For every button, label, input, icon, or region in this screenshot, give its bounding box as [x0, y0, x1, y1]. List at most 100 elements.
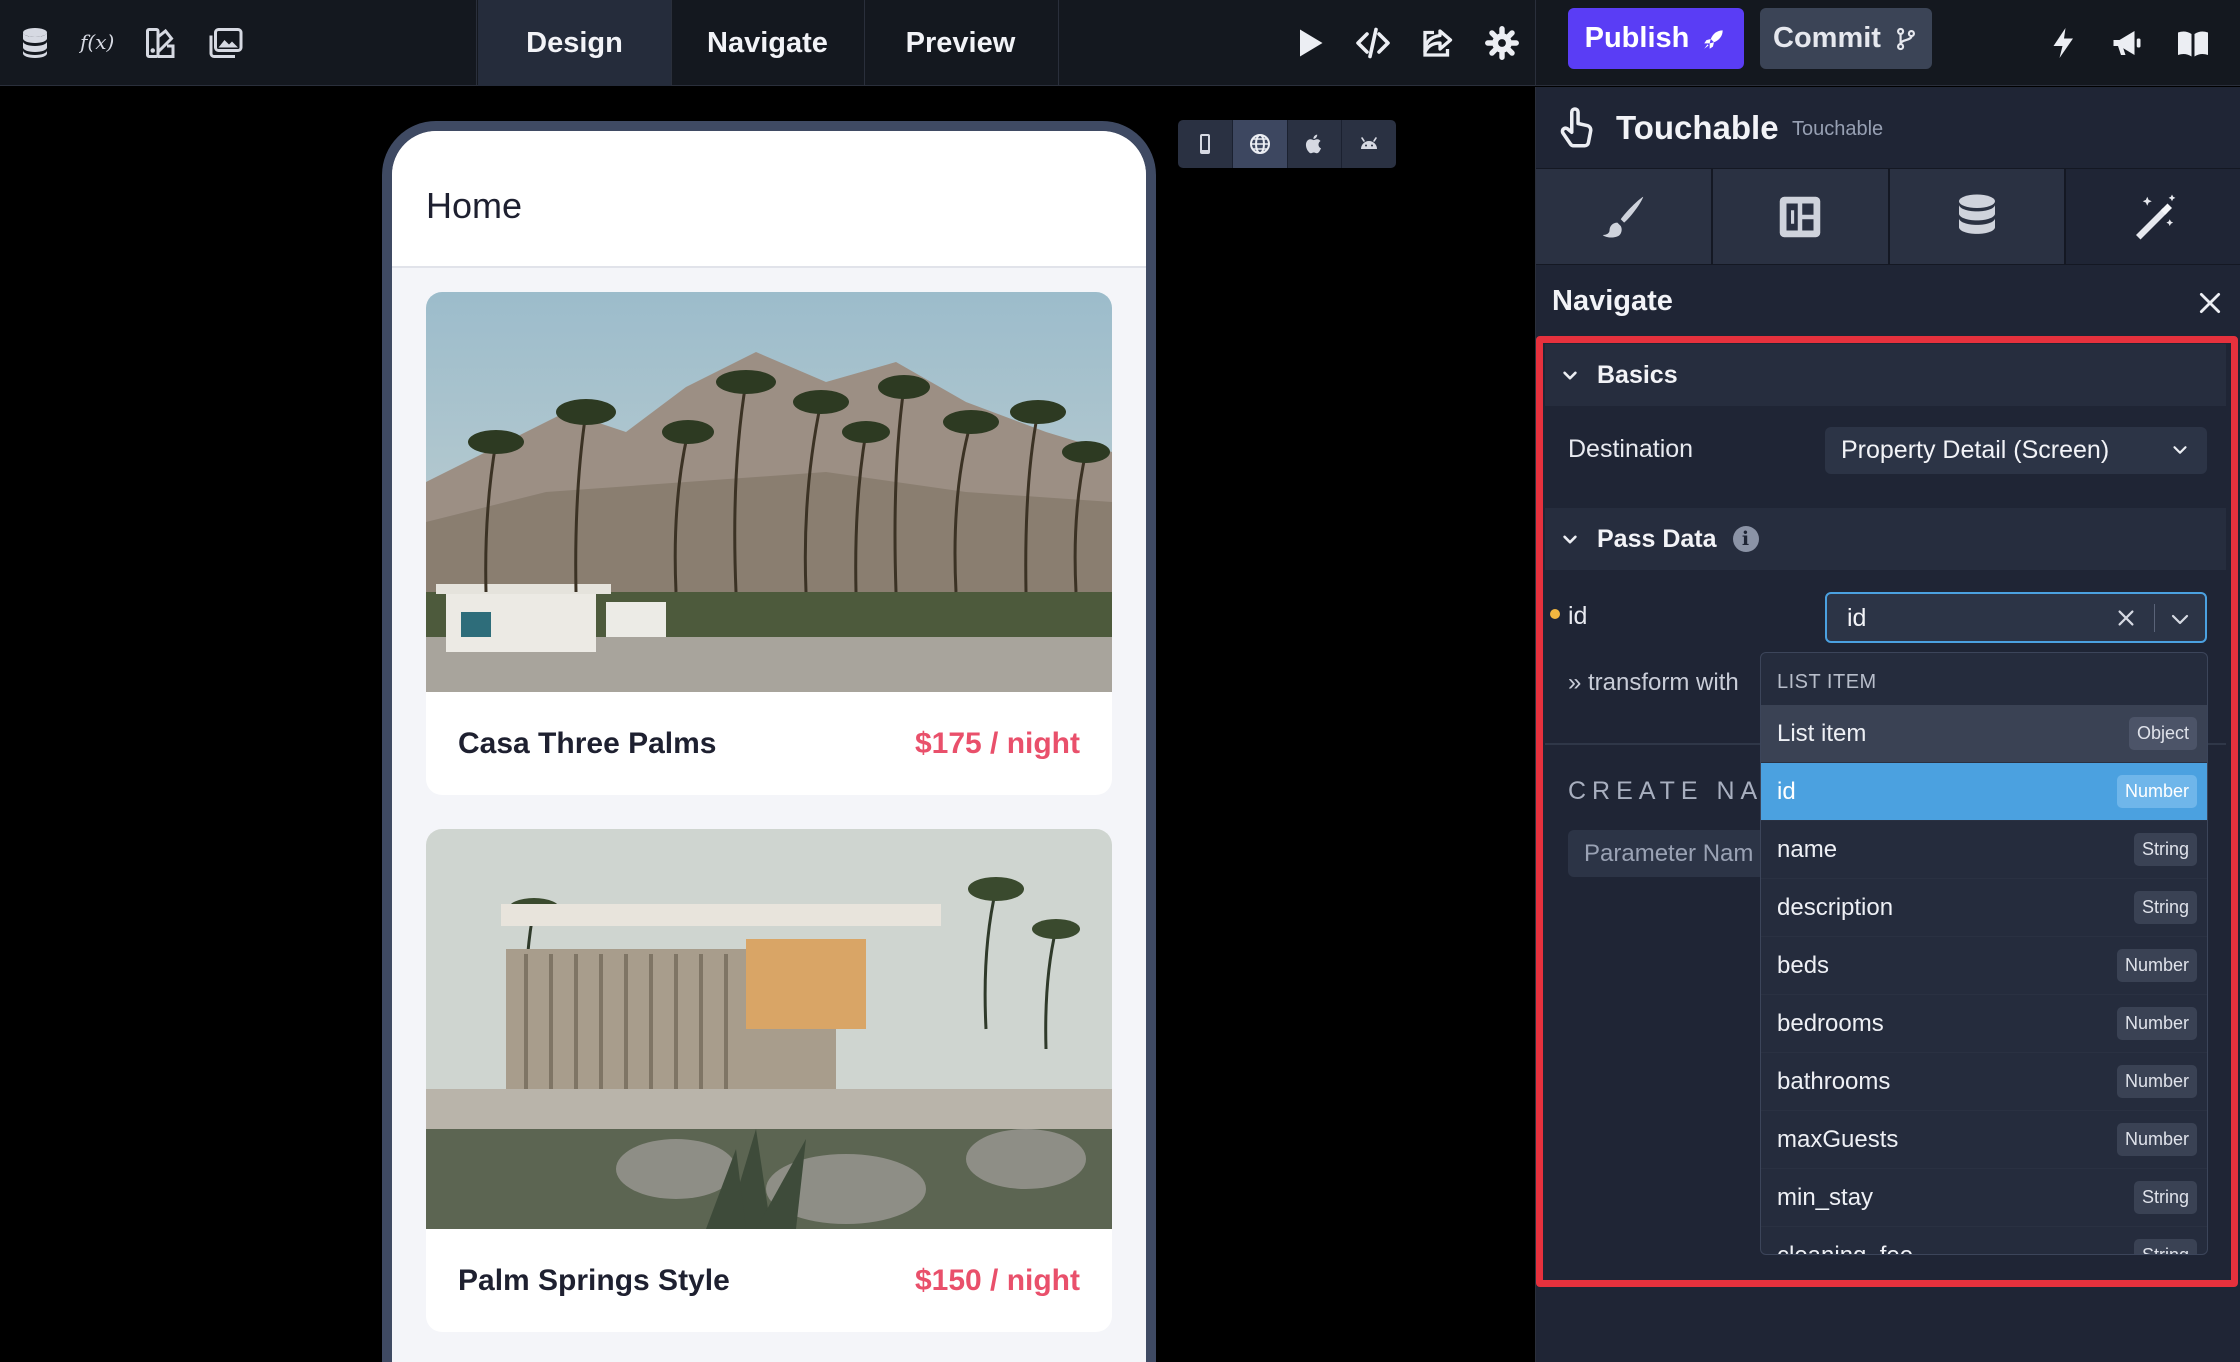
- toolbar-divider: [1058, 0, 1059, 86]
- chevron-down-icon: [1563, 535, 1577, 544]
- option-name: cleaning_fee: [1777, 1241, 1914, 1255]
- screen-header: Home: [392, 131, 1146, 268]
- top-toolbar: f(x) Design Navigate Preview Publish Com…: [0, 0, 2240, 86]
- option-name: min_stay: [1777, 1183, 1874, 1211]
- option-name: bedrooms: [1777, 1009, 1884, 1037]
- device-platform-switcher: [1178, 120, 1396, 168]
- screen-title: Home: [426, 185, 523, 226]
- dropdown-option[interactable]: bedrooms Number: [1761, 995, 2207, 1053]
- type-badge: Number: [2116, 1065, 2197, 1098]
- destination-label: Destination: [1568, 435, 1694, 463]
- tab-actions[interactable]: [2066, 169, 2240, 264]
- type-badge: String: [2133, 1239, 2197, 1254]
- svg-text:f(x): f(x): [79, 30, 114, 54]
- component-header: Touchable Touchable: [1536, 87, 2240, 168]
- gear-icon[interactable]: [1479, 20, 1525, 66]
- tab-data[interactable]: [1889, 169, 2067, 264]
- chevron-down-icon[interactable]: [2168, 607, 2192, 631]
- property-tabs: [1536, 168, 2240, 265]
- tab-layout[interactable]: [1712, 169, 1890, 264]
- transform-with-link[interactable]: » transform with: [1568, 669, 1739, 697]
- publish-button[interactable]: Publish: [1568, 8, 1744, 69]
- dropdown-option[interactable]: maxGuests Number: [1761, 1111, 2207, 1169]
- commit-button[interactable]: Commit: [1760, 8, 1932, 69]
- option-name: id: [1777, 777, 1796, 805]
- property-photo: [426, 292, 1112, 692]
- option-name: bathrooms: [1777, 1067, 1891, 1095]
- dropdown-option[interactable]: beds Number: [1761, 937, 2207, 995]
- commit-label: Commit: [1773, 22, 1881, 54]
- type-badge: String: [2133, 833, 2197, 866]
- play-icon[interactable]: [1286, 20, 1332, 66]
- parameter-name-input[interactable]: Parameter Nam: [1568, 830, 1768, 877]
- tab-preview[interactable]: Preview: [864, 0, 1057, 86]
- option-name: maxGuests: [1777, 1125, 1899, 1153]
- phone-icon[interactable]: [1178, 120, 1233, 168]
- create-nav-heading: CREATE NAV: [1568, 777, 1785, 805]
- type-badge: Number: [2116, 1007, 2197, 1040]
- destination-value: Property Detail (Screen): [1841, 436, 2110, 464]
- apple-icon[interactable]: [1288, 120, 1343, 168]
- design-canvas[interactable]: Home Casa Three Palms $175 / night Palm …: [0, 87, 1535, 1362]
- dropdown-option[interactable]: id Number: [1761, 763, 2207, 821]
- chevron-down-icon: [1563, 371, 1577, 380]
- option-name: description: [1777, 893, 1894, 921]
- param-value-select[interactable]: id: [1825, 592, 2207, 643]
- option-name: beds: [1777, 951, 1830, 979]
- tab-style[interactable]: [1536, 169, 1713, 264]
- android-icon[interactable]: [1342, 120, 1396, 168]
- publish-label: Publish: [1584, 22, 1690, 54]
- select-separator: [2154, 604, 2155, 632]
- property-card[interactable]: Casa Three Palms $175 / night: [426, 292, 1112, 795]
- dropdown-option[interactable]: name String: [1761, 821, 2207, 879]
- property-card[interactable]: Palm Springs Style $150 / night: [426, 829, 1112, 1332]
- touch-hand-icon: [1560, 107, 1593, 148]
- tab-design[interactable]: Design: [478, 0, 671, 86]
- code-icon[interactable]: [1350, 20, 1396, 66]
- type-badge: String: [2133, 891, 2197, 924]
- clear-icon[interactable]: [2115, 607, 2137, 629]
- dropdown-option[interactable]: cleaning_fee String: [1761, 1227, 2207, 1255]
- theme-palette-icon[interactable]: [138, 20, 184, 66]
- property-name: Palm Springs Style: [458, 1263, 730, 1297]
- property-photo: [426, 829, 1112, 1229]
- component-name: Touchable: [1616, 109, 1779, 146]
- magic-wand-icon: [2135, 194, 2175, 239]
- option-name: name: [1777, 835, 1838, 863]
- pass-data-section-header[interactable]: Pass Data i: [1545, 508, 2226, 570]
- dropdown-option[interactable]: List item Object: [1761, 705, 2207, 763]
- property-price: $150 / night: [914, 1263, 1080, 1297]
- dropdown-option[interactable]: min_stay String: [1761, 1169, 2207, 1227]
- lightning-icon[interactable]: [2041, 20, 2087, 66]
- rocket-icon: [1704, 29, 1724, 49]
- tab-navigate[interactable]: Navigate: [671, 0, 864, 86]
- phone-preview[interactable]: Home Casa Three Palms $175 / night Palm …: [382, 121, 1156, 1362]
- action-title: Navigate: [1552, 285, 1673, 317]
- media-gallery-icon[interactable]: [203, 20, 249, 66]
- function-icon[interactable]: f(x): [74, 20, 120, 66]
- type-badge: Number: [2116, 949, 2197, 982]
- destination-select[interactable]: Property Detail (Screen): [1825, 427, 2207, 474]
- database-icon: [1958, 194, 1995, 234]
- megaphone-icon[interactable]: [2104, 20, 2150, 66]
- close-icon[interactable]: [2192, 285, 2228, 321]
- type-badge: Number: [2116, 1123, 2197, 1156]
- basics-section-header[interactable]: Basics: [1545, 344, 2226, 406]
- dropdown-option[interactable]: description String: [1761, 879, 2207, 937]
- book-icon[interactable]: [2170, 20, 2216, 66]
- dropdown-group-label: LIST ITEM: [1777, 671, 1877, 693]
- required-indicator: [1550, 609, 1560, 619]
- param-value: id: [1847, 604, 1867, 632]
- info-icon[interactable]: i: [1732, 526, 1759, 552]
- web-globe-icon[interactable]: [1232, 120, 1288, 168]
- share-icon[interactable]: [1414, 20, 1460, 66]
- variable-dropdown[interactable]: LIST ITEM List item Object id Number nam…: [1760, 652, 2208, 1255]
- type-badge: Object: [2128, 717, 2197, 750]
- layout-icon: [1779, 196, 1821, 237]
- dropdown-option[interactable]: bathrooms Number: [1761, 1053, 2207, 1111]
- git-branch-icon: [1896, 27, 1915, 50]
- card-footer: Palm Springs Style $150 / night: [426, 1229, 1112, 1332]
- card-footer: Casa Three Palms $175 / night: [426, 692, 1112, 795]
- component-type: Touchable: [1792, 118, 1884, 140]
- database-icon[interactable]: [12, 20, 58, 66]
